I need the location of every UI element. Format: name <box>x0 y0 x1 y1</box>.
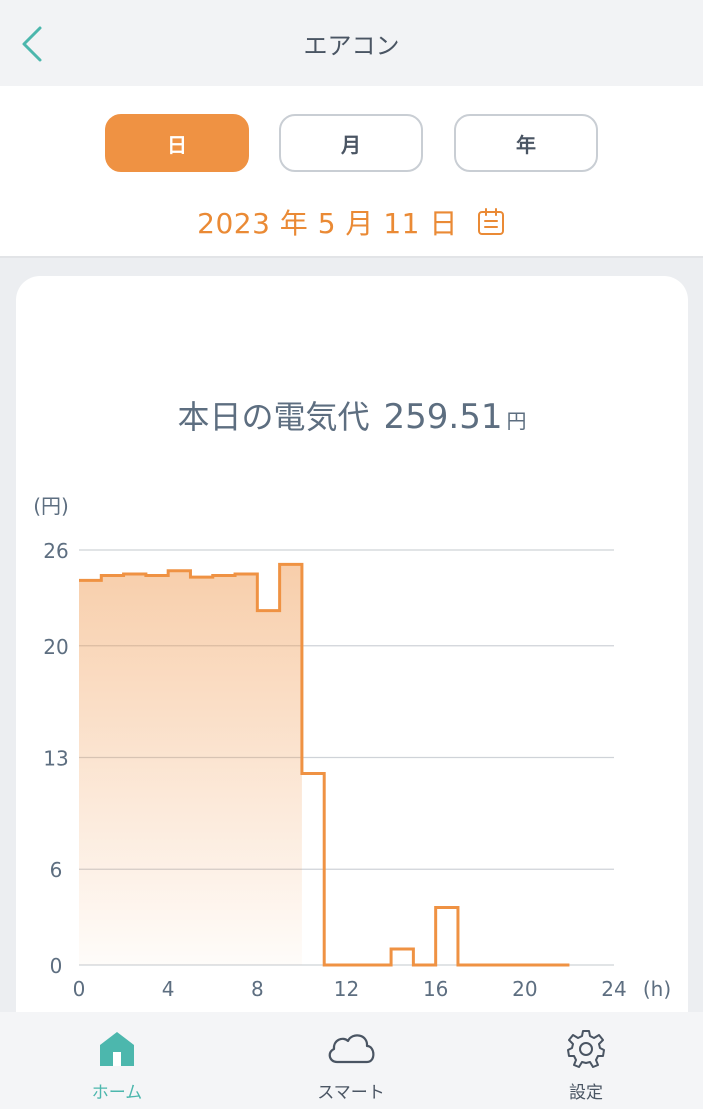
tab-year[interactable]: 年 <box>454 114 598 172</box>
gear-icon <box>567 1030 605 1068</box>
tab-day[interactable]: 日 <box>105 114 249 172</box>
cloud-icon <box>328 1034 375 1064</box>
cost-chart: 26 20 13 6 00 4 8 12 16 20 24 (円) (h) <box>33 494 671 1001</box>
tab-home-label: ホーム <box>91 1083 143 1103</box>
y-tick-label: 0 <box>50 954 63 978</box>
period-panel: 日 月 年 2023 年 5 月 11 日 <box>0 86 703 258</box>
x-tick-label: 0 <box>73 977 86 1001</box>
date-text: 2023 年 5 月 11 日 <box>197 207 458 240</box>
x-tick-label: 20 <box>512 977 537 1001</box>
home-icon <box>100 1032 134 1066</box>
y-tick-label: 26 <box>43 539 68 563</box>
y-axis-label: (円) <box>33 494 69 518</box>
usage-card: 本日の電気代 259.51 円 26 20 13 6 0 0 4 8 12 16 20 24 (円) (h) <box>16 276 688 1036</box>
calendar-icon[interactable] <box>476 207 506 237</box>
app-header: エアコン <box>0 0 703 86</box>
y-tick-label: 6 <box>50 858 63 882</box>
tab-month[interactable]: 月 <box>279 114 423 172</box>
y-tick-label: 20 <box>43 635 68 659</box>
series-area-fill <box>79 564 302 965</box>
x-tick-label: 8 <box>251 977 264 1001</box>
page-title: エアコン <box>303 32 400 60</box>
x-axis-label: (h) <box>643 977 671 1001</box>
x-tick-label: 16 <box>423 977 448 1001</box>
date-selector[interactable]: 2023 年 5 月 11 日 <box>0 202 703 242</box>
x-tick-label: 12 <box>334 977 359 1001</box>
tab-settings-label: 設定 <box>569 1083 603 1103</box>
y-tick-label: 13 <box>43 747 68 771</box>
tab-smart-label: スマート <box>317 1083 385 1103</box>
bottom-tab-bar: ホーム スマート 設定 <box>0 1012 703 1109</box>
x-tick-label: 24 <box>601 977 626 1001</box>
tab-home[interactable]: ホーム <box>0 1012 234 1109</box>
tab-settings[interactable]: 設定 <box>469 1012 703 1109</box>
tab-smart[interactable]: スマート <box>234 1012 468 1109</box>
x-tick-label: 4 <box>162 977 175 1001</box>
